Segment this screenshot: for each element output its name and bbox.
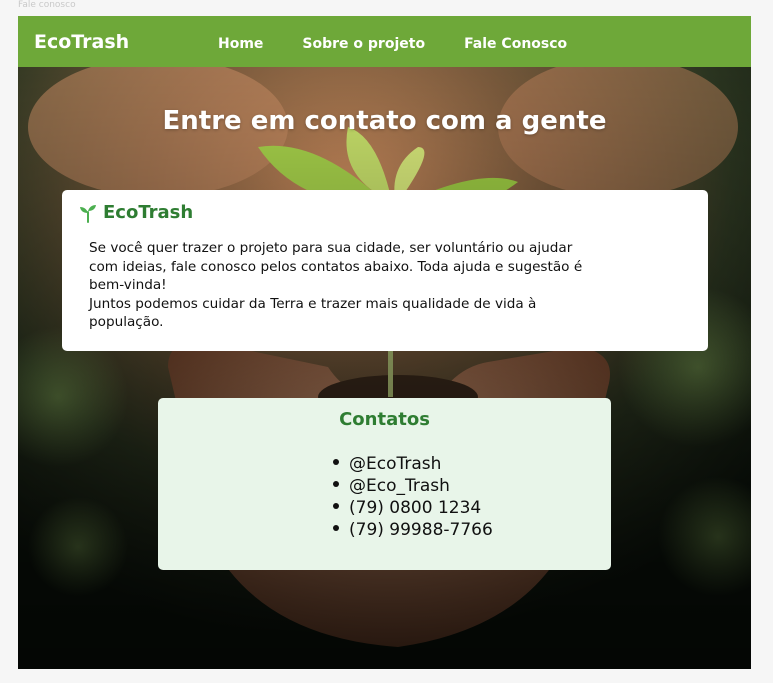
nav-links: Home Sobre o projeto Fale Conosco bbox=[218, 35, 606, 53]
page-frame: EcoTrash Home Sobre o projeto Fale Conos… bbox=[18, 16, 751, 669]
contact-item-twitter: @Eco_Trash bbox=[333, 475, 493, 497]
hero-section: Entre em contato com a gente EcoTrash Se… bbox=[18, 67, 751, 669]
about-card-header: EcoTrash bbox=[78, 202, 193, 224]
navbar: EcoTrash Home Sobre o projeto Fale Conos… bbox=[18, 16, 751, 67]
contact-item-phone: (79) 0800 1234 bbox=[333, 497, 493, 519]
about-card-text: Se você quer trazer o projeto para sua c… bbox=[89, 239, 589, 332]
hero-background-image bbox=[18, 67, 751, 669]
hero-title: Entre em contato com a gente bbox=[162, 106, 607, 136]
sprout-icon bbox=[80, 205, 96, 223]
nav-link-sobre[interactable]: Sobre o projeto bbox=[302, 35, 425, 53]
contacts-card: Contatos @EcoTrash @Eco_Trash (79) 0800 … bbox=[158, 398, 611, 570]
contact-item-instagram: @EcoTrash bbox=[333, 453, 493, 475]
nav-link-fale-conosco[interactable]: Fale Conosco bbox=[464, 35, 567, 53]
about-paragraph-2: Juntos podemos cuidar da Terra e trazer … bbox=[89, 295, 537, 331]
about-card: EcoTrash Se você quer trazer o projeto p… bbox=[62, 190, 708, 351]
brand-logo-text[interactable]: EcoTrash bbox=[34, 31, 129, 53]
contact-item-mobile: (79) 99988-7766 bbox=[333, 519, 493, 541]
contacts-list: @EcoTrash @Eco_Trash (79) 0800 1234 (79)… bbox=[333, 453, 493, 541]
nav-link-home[interactable]: Home bbox=[218, 35, 263, 53]
contacts-title: Contatos bbox=[339, 409, 430, 430]
about-paragraph-1: Se você quer trazer o projeto para sua c… bbox=[89, 240, 583, 293]
page-tab-label: Fale conosco bbox=[18, 0, 76, 10]
about-card-title: EcoTrash bbox=[103, 202, 194, 223]
